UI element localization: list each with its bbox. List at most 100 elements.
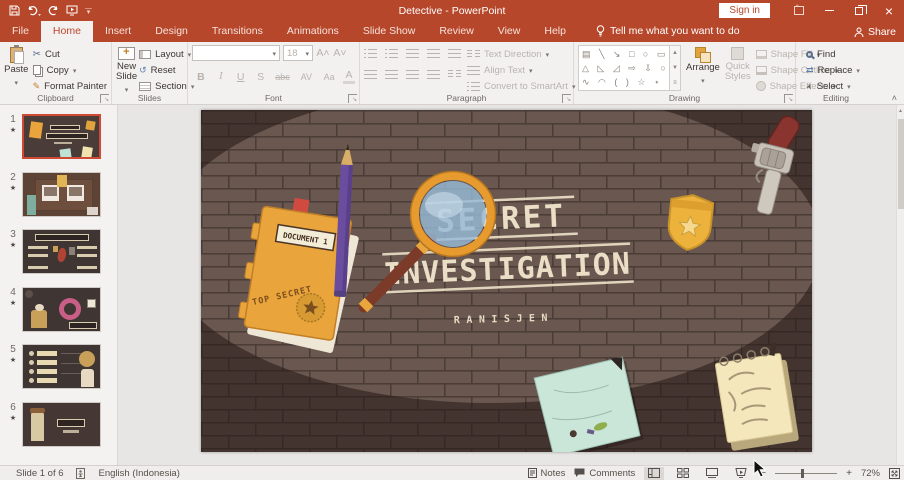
copy-dropdown-arrow-icon[interactable] <box>73 65 77 76</box>
close-button[interactable]: × <box>874 0 904 21</box>
align-center-icon[interactable] <box>385 70 398 79</box>
tab-slide-show[interactable]: Slide Show <box>351 21 428 42</box>
numbering-icon[interactable] <box>385 49 398 58</box>
columns-icon[interactable] <box>448 70 461 79</box>
tab-animations[interactable]: Animations <box>275 21 351 42</box>
collapse-ribbon-icon[interactable]: ˄ <box>892 93 897 103</box>
layout-button[interactable]: Layout <box>139 46 194 62</box>
shapes-row-1[interactable]: ▤ ╲ ↘ □ ○ ▭ <box>582 47 666 61</box>
font-size-dropdown-arrow-icon[interactable] <box>305 48 309 59</box>
paragraph-dialog-launcher[interactable] <box>562 94 571 103</box>
drawing-dialog-launcher[interactable] <box>784 94 793 103</box>
italic-button[interactable]: I <box>214 71 228 82</box>
minimize-button[interactable] <box>814 0 844 21</box>
align-right-icon[interactable] <box>406 70 419 79</box>
line-spacing-icon[interactable] <box>448 49 461 58</box>
character-spacing-button[interactable]: AV <box>297 72 315 82</box>
zoom-slider-thumb[interactable] <box>801 469 804 478</box>
shapes-gallery[interactable]: ▤ ╲ ↘ □ ○ ▭ △ ◺ ◿ ⇨ ⇩ ○ ∿ ◠ ( ) ☆ ⋆ <box>578 45 670 91</box>
cut-button[interactable]: Cut <box>33 46 107 62</box>
font-color-button[interactable]: A <box>343 69 355 84</box>
grow-font-button[interactable]: A˄ <box>316 47 330 59</box>
scrollbar-thumb[interactable] <box>898 119 904 209</box>
slide-editor-canvas[interactable]: DOCUMENT 1 TOP SECRET SECRET <box>118 105 896 465</box>
notes-button[interactable]: Notes <box>528 468 566 479</box>
restore-button[interactable] <box>844 0 874 21</box>
comments-button[interactable]: Comments <box>574 468 635 479</box>
slide-sorter-view-button[interactable] <box>673 467 693 480</box>
replace-dropdown-arrow-icon[interactable] <box>856 65 860 76</box>
tab-help[interactable]: Help <box>532 21 578 42</box>
start-from-beginning-icon[interactable] <box>66 5 78 16</box>
select-button[interactable]: ➤Select <box>806 78 872 94</box>
slide-thumbnail-6[interactable] <box>22 402 101 447</box>
justify-icon[interactable] <box>427 70 440 79</box>
zoom-slider[interactable] <box>775 473 837 474</box>
tab-home[interactable]: Home <box>41 21 93 42</box>
quick-styles-button[interactable]: Quick Styles <box>725 45 751 94</box>
reading-view-button[interactable] <box>702 467 722 480</box>
tab-view[interactable]: View <box>486 21 533 42</box>
ribbon-display-options-button[interactable] <box>784 0 814 21</box>
underline-button[interactable]: U <box>234 71 248 83</box>
slide-thumbnail-1[interactable] <box>22 114 101 159</box>
zoom-in-button[interactable]: + <box>846 468 852 479</box>
language-indicator[interactable]: English (Indonesia) <box>99 468 180 479</box>
slide-thumbnail-5[interactable] <box>22 344 101 389</box>
increase-indent-icon[interactable] <box>427 49 440 58</box>
text-shadow-button[interactable]: S <box>254 71 268 83</box>
tab-review[interactable]: Review <box>427 21 485 42</box>
select-dropdown-arrow-icon[interactable] <box>847 81 851 92</box>
new-slide-button[interactable]: New Slide <box>116 45 137 95</box>
undo-icon[interactable] <box>27 6 41 16</box>
decrease-indent-icon[interactable] <box>406 49 419 58</box>
shrink-font-button[interactable]: A˅ <box>333 47 347 59</box>
slide-thumbnail-3[interactable] <box>22 229 101 274</box>
save-icon[interactable] <box>9 5 20 16</box>
replace-button[interactable]: Replace <box>806 62 872 78</box>
text-direction-button[interactable]: Text Direction <box>467 46 575 62</box>
tab-file[interactable]: File <box>0 21 41 42</box>
shapes-row-2[interactable]: △ ◺ ◿ ⇨ ⇩ ○ <box>582 61 666 75</box>
clipboard-dialog-launcher[interactable] <box>100 94 109 103</box>
tab-transitions[interactable]: Transitions <box>200 21 275 42</box>
fit-slide-to-window-icon[interactable] <box>889 468 900 479</box>
paste-dropdown-arrow-icon[interactable] <box>15 77 19 88</box>
convert-smartart-button[interactable]: Convert to SmartArt <box>467 78 575 94</box>
slide-thumbnail-2[interactable] <box>22 172 101 217</box>
font-size-combobox[interactable]: 18 <box>283 45 313 61</box>
align-left-icon[interactable] <box>364 70 377 79</box>
slide-thumbnail-4[interactable] <box>22 287 101 332</box>
arrange-button[interactable]: Arrange <box>686 45 720 94</box>
find-button[interactable]: Find <box>806 46 872 62</box>
zoom-level[interactable]: 72% <box>861 468 880 479</box>
tab-design[interactable]: Design <box>143 21 200 42</box>
font-name-combobox[interactable] <box>192 45 280 61</box>
customize-qat-icon[interactable]: —▾ <box>85 7 92 15</box>
paste-button[interactable]: Paste <box>4 45 29 94</box>
slide-show-button[interactable] <box>731 467 751 480</box>
scroll-up-icon[interactable]: ▲ <box>897 105 904 114</box>
strikethrough-button[interactable]: abc <box>274 72 292 82</box>
format-painter-button[interactable]: Format Painter <box>33 78 107 94</box>
slide-1-editing-surface[interactable]: DOCUMENT 1 TOP SECRET SECRET <box>201 110 812 452</box>
bullets-icon[interactable] <box>364 49 377 58</box>
vertical-scrollbar[interactable]: ▲ <box>896 105 904 465</box>
change-case-button[interactable]: Aa <box>321 72 337 82</box>
tab-insert[interactable]: Insert <box>93 21 143 42</box>
tell-me-box[interactable]: Tell me what you want to do <box>596 25 740 42</box>
sign-in-button[interactable]: Sign in <box>719 3 770 18</box>
accessibility-checker-icon[interactable] <box>76 468 87 479</box>
font-dialog-launcher[interactable] <box>348 94 357 103</box>
shapes-row-3[interactable]: ∿ ◠ ( ) ☆ ⋆ <box>582 75 666 89</box>
bold-button[interactable]: B <box>194 71 208 83</box>
font-name-dropdown-arrow-icon[interactable] <box>272 48 276 59</box>
share-button[interactable]: Share <box>854 26 896 38</box>
section-button[interactable]: Section <box>139 78 194 94</box>
reset-button[interactable]: Reset <box>139 62 194 78</box>
copy-button[interactable]: Copy <box>33 62 107 78</box>
redo-icon[interactable] <box>48 6 59 16</box>
align-text-button[interactable]: Align Text <box>467 62 575 78</box>
normal-view-button[interactable] <box>644 467 664 480</box>
shapes-gallery-scrollbar[interactable]: ▲▼≡ <box>670 45 681 91</box>
